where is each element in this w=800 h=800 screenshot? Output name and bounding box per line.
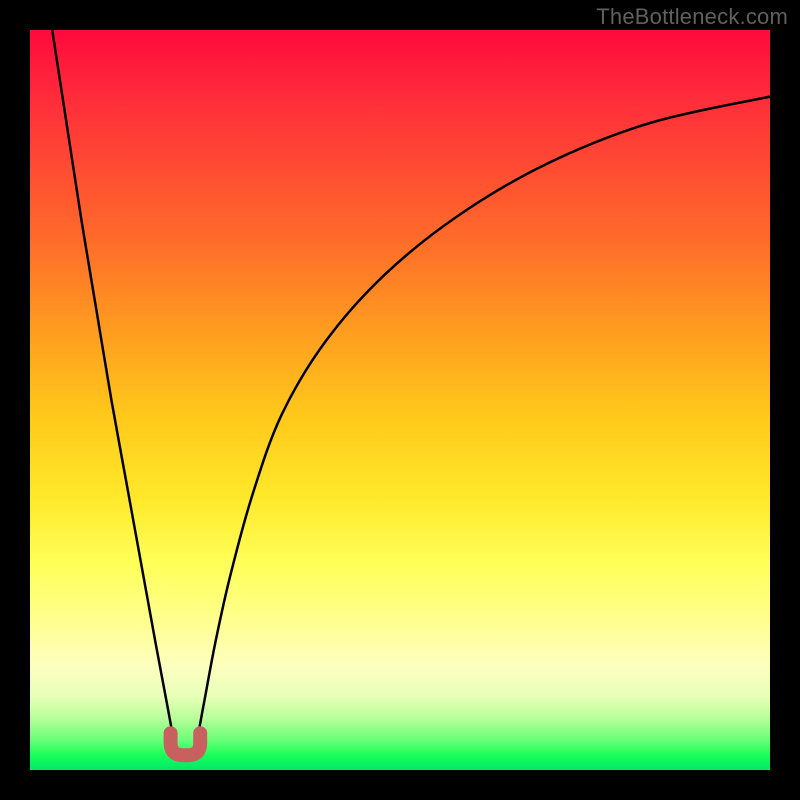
chart-frame: TheBottleneck.com: [0, 0, 800, 800]
sweet-spot-marker: [171, 733, 201, 755]
bottleneck-curve: [52, 30, 770, 757]
curve-layer: [30, 30, 770, 770]
watermark-text: TheBottleneck.com: [596, 4, 788, 30]
